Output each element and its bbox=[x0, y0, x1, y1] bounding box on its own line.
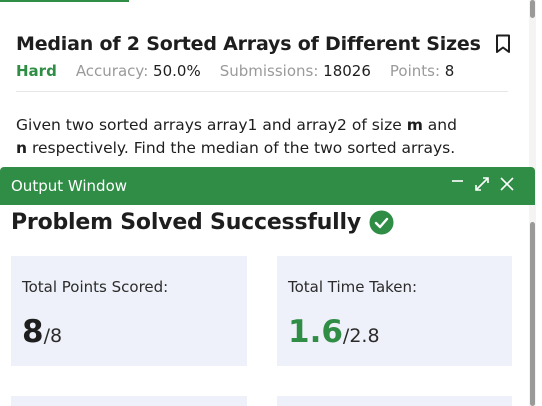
accuracy-value: 50.0% bbox=[153, 62, 201, 80]
scrollbar-thumb-problem[interactable] bbox=[530, 0, 535, 18]
expand-icon[interactable] bbox=[473, 175, 491, 193]
desc-part2: and bbox=[422, 116, 457, 134]
time-taken-total: /2.8 bbox=[342, 325, 380, 347]
problem-title: Median of 2 Sorted Arrays of Different S… bbox=[16, 33, 481, 55]
accuracy-label: Accuracy: bbox=[75, 62, 149, 80]
desc-part1: Given two sorted arrays array1 and array… bbox=[16, 116, 407, 134]
close-icon[interactable] bbox=[498, 175, 516, 193]
problem-meta: Hard Accuracy: 50.0% Submissions: 18026 … bbox=[16, 62, 473, 80]
time-taken-label: Total Time Taken: bbox=[288, 278, 418, 296]
points-scored-total: /8 bbox=[43, 325, 63, 347]
points-scored-number: 8 bbox=[22, 314, 44, 350]
points-scored-label: Total Points Scored: bbox=[22, 278, 169, 296]
stat-card-partial-left bbox=[11, 396, 247, 406]
problem-description: Given two sorted arrays array1 and array… bbox=[16, 114, 496, 160]
output-window-header: Output Window bbox=[0, 167, 535, 205]
minimize-icon[interactable] bbox=[449, 175, 467, 193]
time-taken-number: 1.6 bbox=[288, 314, 343, 350]
time-taken-card: Total Time Taken: 1.6/2.8 bbox=[277, 256, 512, 366]
time-taken-value: 1.6/2.8 bbox=[288, 314, 380, 350]
solved-status-text: Problem Solved Successfully bbox=[11, 210, 362, 235]
top-accent-bar bbox=[0, 0, 129, 2]
accuracy-stat: Accuracy: 50.0% bbox=[76, 62, 201, 80]
submissions-stat: Submissions: 18026 bbox=[220, 62, 371, 80]
solved-status: Problem Solved Successfully bbox=[11, 210, 394, 235]
desc-part3: respectively. Find the median of the two… bbox=[27, 139, 456, 157]
stat-card-partial-right bbox=[277, 396, 512, 406]
points-scored-value: 8/8 bbox=[22, 314, 62, 350]
submissions-label: Submissions: bbox=[219, 62, 319, 80]
check-circle-icon bbox=[369, 210, 394, 235]
points-scored-card: Total Points Scored: 8/8 bbox=[11, 256, 247, 366]
points-label: Points: bbox=[389, 62, 441, 80]
output-window-title: Output Window bbox=[11, 177, 128, 195]
problem-title-row: Median of 2 Sorted Arrays of Different S… bbox=[16, 33, 511, 55]
desc-m: m bbox=[406, 116, 423, 134]
difficulty-badge: Hard bbox=[16, 62, 57, 80]
scrollbar-thumb-output[interactable] bbox=[530, 222, 535, 406]
desc-n: n bbox=[16, 139, 28, 157]
points-value: 8 bbox=[444, 62, 455, 80]
points-stat: Points: 8 bbox=[390, 62, 454, 80]
submissions-value: 18026 bbox=[323, 62, 371, 80]
bookmark-icon[interactable] bbox=[495, 34, 511, 54]
divider bbox=[16, 91, 508, 92]
